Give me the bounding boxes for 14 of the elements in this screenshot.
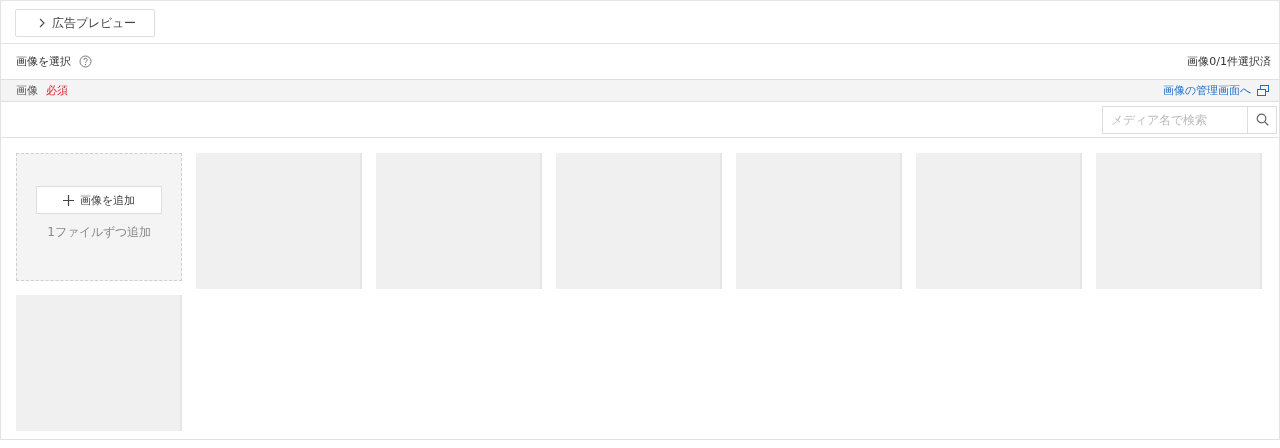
help-icon[interactable] — [79, 55, 92, 68]
field-label: 画像 — [16, 84, 38, 97]
upload-area[interactable]: 画像を追加 1ファイルずつ追加 — [16, 153, 182, 281]
section-title: 画像を選択 — [16, 54, 71, 69]
ad-preview-button[interactable]: 広告プレビュー — [15, 9, 155, 37]
external-window-icon — [1257, 85, 1269, 96]
plus-icon — [63, 194, 74, 206]
chevron-icon — [38, 18, 46, 28]
search-icon — [1255, 113, 1269, 126]
selection-count: 画像0/1件選択済 — [1187, 54, 1271, 69]
manage-link[interactable]: 画像の管理画面へ — [1163, 83, 1269, 98]
required-label: 必須 — [46, 84, 68, 97]
add-image-button[interactable]: 画像を追加 — [36, 186, 162, 214]
upload-hint: 1ファイルずつ追加 — [47, 224, 151, 241]
